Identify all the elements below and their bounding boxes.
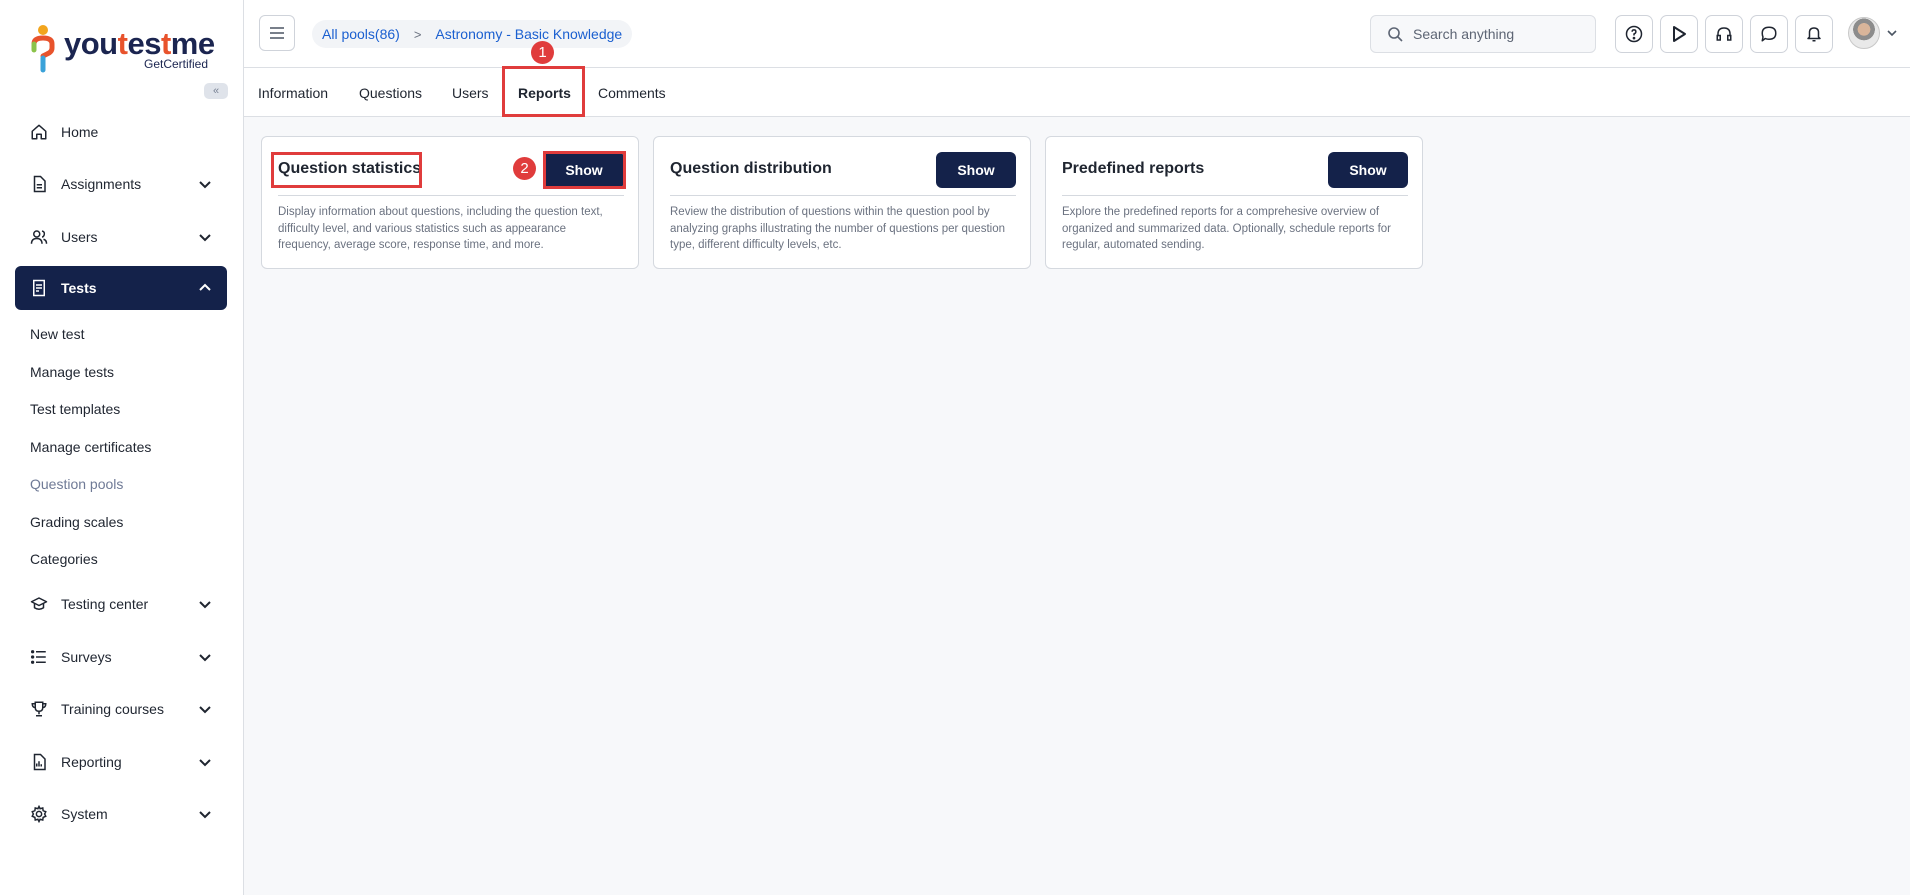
tests-icon (29, 278, 49, 298)
play-icon (1673, 26, 1686, 42)
chat-button[interactable] (1750, 15, 1788, 53)
collapse-sidebar-button[interactable]: « (204, 83, 228, 99)
submenu-new-test[interactable]: New test (30, 326, 84, 342)
highlight-show-button (543, 151, 626, 189)
user-avatar[interactable] (1848, 17, 1880, 49)
submenu-grading-scales[interactable]: Grading scales (30, 514, 123, 530)
breadcrumb-separator: > (413, 26, 422, 42)
highlight-reports-tab (502, 66, 585, 117)
submenu-manage-tests[interactable]: Manage tests (30, 364, 114, 380)
assignments-icon (29, 174, 49, 194)
breadcrumb-current-pool[interactable]: Astronomy - Basic Knowledge (435, 26, 622, 42)
surveys-icon (29, 647, 49, 667)
card-divider (1062, 195, 1408, 196)
sidebar-item-label: Surveys (61, 649, 112, 665)
sidebar-item-users[interactable]: Users (15, 215, 227, 259)
step-badge-1: 1 (531, 41, 554, 64)
chat-icon (1761, 26, 1777, 42)
sidebar-item-label: Testing center (61, 596, 149, 612)
sidebar-item-testing-center[interactable]: Testing center (15, 582, 227, 626)
chevron-down-icon[interactable] (1886, 27, 1898, 39)
search-placeholder: Search anything (1413, 26, 1515, 42)
highlight-card-title (271, 152, 422, 188)
sidebar-item-label: Tests (61, 280, 97, 296)
help-button[interactable] (1615, 15, 1653, 53)
step-badge-2: 2 (513, 157, 536, 180)
card-description: Explore the predefined reports for a com… (1062, 206, 1391, 251)
chevron-down-icon (199, 234, 211, 242)
tab-users[interactable]: Users (452, 85, 489, 101)
double-chevron-left-icon: « (212, 85, 220, 97)
bell-icon (1807, 27, 1821, 42)
headset-icon (1716, 27, 1732, 41)
sidebar-item-label: Assignments (61, 176, 142, 192)
breadcrumb: All pools(86) > Astronomy - Basic Knowle… (312, 20, 633, 48)
support-button[interactable] (1705, 15, 1743, 53)
chevron-down-icon (199, 811, 211, 819)
submenu-categories[interactable]: Categories (30, 551, 98, 567)
tab-bar: Information Questions Users Reports Comm… (244, 68, 1910, 117)
chevron-down-icon (199, 706, 211, 714)
submenu-test-templates[interactable]: Test templates (30, 401, 120, 417)
sidebar-item-label: Users (61, 229, 98, 245)
chevron-down-icon (199, 654, 211, 662)
sidebar-item-label: System (61, 806, 108, 822)
sidebar-item-label: Reporting (61, 754, 122, 770)
show-question-distribution-button[interactable]: Show (936, 152, 1016, 188)
hamburger-icon (270, 27, 284, 39)
card-predefined-reports: Predefined reports Show Explore the pred… (1045, 136, 1423, 269)
breadcrumb-all-pools[interactable]: All pools(86) (322, 26, 400, 42)
logo-subtitle: GetCertified (144, 57, 209, 71)
users-icon (29, 227, 49, 247)
logo-mark-icon (31, 25, 55, 73)
sidebar-item-surveys[interactable]: Surveys (15, 635, 227, 679)
card-question-distribution: Question distribution Show Review the di… (653, 136, 1031, 269)
card-description: Display information about questions, inc… (278, 206, 603, 251)
help-icon (1625, 25, 1643, 43)
sidebar-item-training-courses[interactable]: Training courses (15, 687, 227, 731)
logo[interactable]: youtestme GetCertified (30, 20, 220, 73)
search-icon (1388, 27, 1403, 42)
sidebar-item-reporting[interactable]: Reporting (15, 740, 227, 784)
tab-information[interactable]: Information (258, 85, 328, 101)
tab-questions[interactable]: Questions (359, 85, 422, 101)
show-predefined-reports-button[interactable]: Show (1328, 152, 1408, 188)
chevron-down-icon (199, 181, 211, 189)
home-icon (29, 122, 49, 142)
menu-toggle-button[interactable] (259, 15, 295, 51)
card-divider (670, 195, 1016, 196)
submenu-question-pools[interactable]: Question pools (30, 476, 123, 492)
gear-icon (29, 804, 49, 824)
submenu-manage-certificates[interactable]: Manage certificates (30, 439, 151, 455)
sidebar-item-home[interactable]: Home (15, 110, 227, 154)
card-title: Predefined reports (1062, 160, 1205, 177)
card-description: Review the distribution of questions wit… (670, 206, 1005, 251)
tab-comments[interactable]: Comments (598, 85, 666, 101)
card-divider (278, 195, 624, 196)
sidebar-item-assignments[interactable]: Assignments (15, 162, 227, 206)
search-input[interactable]: Search anything (1370, 15, 1596, 53)
sidebar: youtestme GetCertified « Home Assignment… (0, 0, 244, 895)
chevron-up-icon (199, 283, 211, 291)
notifications-button[interactable] (1795, 15, 1833, 53)
play-button[interactable] (1660, 15, 1698, 53)
top-header: All pools(86) > Astronomy - Basic Knowle… (244, 0, 1910, 68)
sidebar-item-label: Training courses (61, 701, 164, 717)
chevron-down-icon (199, 601, 211, 609)
testing-center-icon (29, 594, 49, 614)
sidebar-item-tests[interactable]: Tests (15, 266, 227, 310)
card-title: Question distribution (670, 160, 832, 177)
reporting-icon (29, 752, 49, 772)
sidebar-item-system[interactable]: System (15, 792, 227, 836)
trophy-icon (29, 699, 49, 719)
chevron-down-icon (199, 759, 211, 767)
sidebar-item-label: Home (61, 124, 99, 140)
